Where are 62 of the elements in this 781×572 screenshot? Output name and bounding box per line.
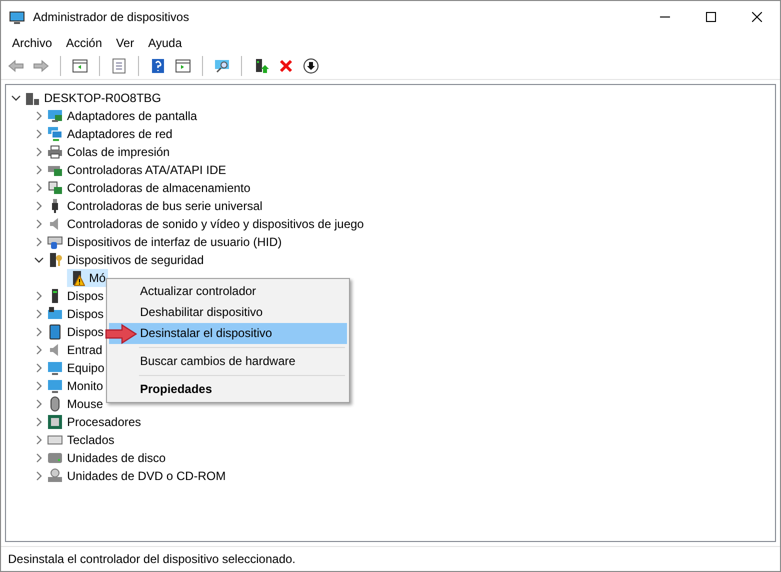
printer-icon bbox=[47, 144, 63, 160]
monitor-tower-icon bbox=[47, 306, 63, 322]
menu-item[interactable]: Ayuda bbox=[141, 36, 189, 50]
status-text: Desinstala el controlador del dispositivo seleccionado. bbox=[8, 552, 296, 566]
tree-item[interactable]: Mó bbox=[67, 269, 108, 287]
tree-item[interactable]: Procesadores bbox=[65, 414, 144, 430]
maximize-icon bbox=[706, 12, 716, 22]
menu-item[interactable]: Actualizar controlador bbox=[109, 281, 347, 302]
tree-item[interactable]: Dispos bbox=[65, 288, 106, 304]
monitor-icon bbox=[47, 108, 63, 124]
disc-drive-icon bbox=[47, 468, 63, 484]
tree-item[interactable]: Teclados bbox=[65, 432, 116, 448]
tree-item[interactable]: Controladoras de bus serie universal bbox=[65, 198, 264, 214]
help-icon bbox=[150, 58, 166, 74]
disk-drive-icon bbox=[47, 450, 63, 466]
tree-item[interactable]: Controladoras de sonido y vídeo y dispositivos de juego bbox=[65, 216, 366, 232]
tree-item[interactable]: DESKTOP-R0O8TBG bbox=[42, 90, 164, 106]
app-icon bbox=[9, 9, 25, 25]
tree-item[interactable]: Dispos bbox=[65, 324, 106, 340]
tree-item[interactable]: Dispos bbox=[65, 306, 106, 322]
tree-item[interactable]: Entrad bbox=[65, 342, 104, 358]
tablet-icon bbox=[47, 324, 63, 340]
menu-item[interactable]: Deshabilitar dispositivo bbox=[109, 302, 347, 323]
back-arrow-icon bbox=[8, 58, 24, 74]
menu-item[interactable]: Archivo bbox=[5, 36, 60, 50]
tree-item[interactable]: Unidades de DVD o CD-ROM bbox=[65, 468, 228, 484]
close-icon bbox=[752, 12, 762, 22]
tree-item[interactable]: Equipo bbox=[65, 360, 106, 376]
tree-item[interactable]: Controladoras ATA/ATAPI IDE bbox=[65, 162, 228, 178]
window-panel-icon bbox=[175, 58, 191, 74]
tower-key-icon bbox=[47, 252, 63, 268]
pointer-arrow-icon bbox=[105, 324, 137, 344]
monitor-icon bbox=[47, 360, 63, 376]
tree-item[interactable]: Colas de impresión bbox=[65, 144, 172, 160]
window-title: Administrador de dispositivos bbox=[33, 10, 190, 24]
tree-item[interactable]: Monito bbox=[65, 378, 106, 394]
tree-item[interactable]: Mouse bbox=[65, 396, 106, 412]
menu-item[interactable]: Acción bbox=[59, 36, 110, 50]
document-list-icon bbox=[111, 58, 127, 74]
menu-item[interactable]: Desinstalar el dispositivo bbox=[109, 323, 347, 344]
device-update-icon bbox=[253, 58, 269, 74]
remove-icon bbox=[278, 58, 294, 74]
keyboard-mouse-icon bbox=[47, 234, 63, 250]
window-panel-icon bbox=[72, 58, 88, 74]
forward-arrow-icon bbox=[33, 58, 49, 74]
minimize-icon bbox=[660, 16, 670, 18]
storage-card-icon bbox=[47, 180, 63, 196]
monitor-icon bbox=[47, 378, 63, 394]
processor-icon bbox=[47, 414, 63, 430]
computer-icon bbox=[24, 90, 40, 106]
menu-item[interactable]: Propiedades bbox=[109, 379, 347, 400]
menu-item[interactable]: Ver bbox=[109, 36, 142, 50]
tree-item[interactable]: Controladoras de almacenamiento bbox=[65, 180, 252, 196]
download-icon bbox=[303, 58, 319, 74]
tree-item[interactable]: Dispositivos de seguridad bbox=[65, 252, 206, 268]
network-icon bbox=[47, 126, 63, 142]
monitor-search-icon bbox=[214, 58, 230, 74]
tree-item[interactable]: Unidades de disco bbox=[65, 450, 168, 466]
menu-item[interactable]: Buscar cambios de hardware bbox=[109, 351, 347, 372]
tree-item[interactable]: Adaptadores de pantalla bbox=[65, 108, 200, 124]
tree-item[interactable]: Adaptadores de red bbox=[65, 126, 174, 142]
tree-item[interactable]: Dispositivos de interfaz de usuario (HID) bbox=[65, 234, 284, 250]
